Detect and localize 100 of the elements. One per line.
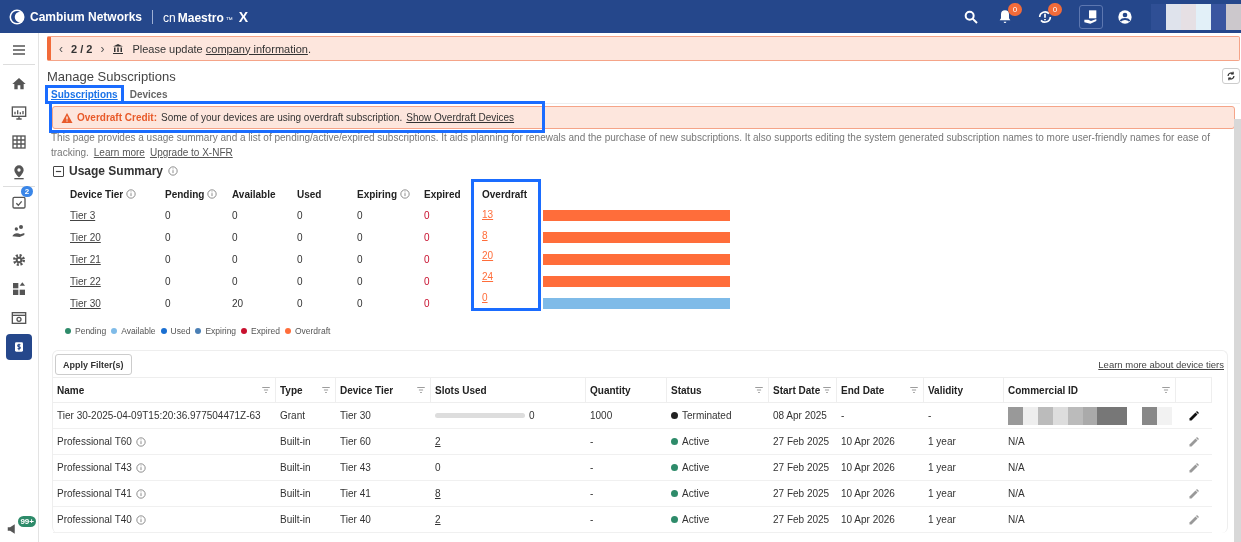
table-cell: 1 year (928, 462, 956, 473)
table-cell: 27 Feb 2025 (773, 436, 830, 447)
filter-icon[interactable] (754, 385, 764, 395)
bell-icon[interactable] (997, 8, 1013, 25)
status-text: Active (682, 436, 710, 447)
table-cell: N/A (1008, 488, 1025, 499)
filter-icon[interactable] (822, 385, 832, 395)
previous-button[interactable]: ‹ (59, 42, 63, 55)
table-cell: 0 (424, 297, 430, 309)
table-cell: 0 (357, 253, 363, 265)
table-cell: 20 (232, 297, 244, 309)
table-cell: 1000 (590, 410, 613, 421)
device-tiers-link[interactable]: Learn more about device tiers (1098, 359, 1224, 370)
count-badge: 0 (1048, 2, 1062, 16)
column-header: Available (232, 188, 276, 200)
tab[interactable]: Devices (125, 87, 172, 102)
scrollbar[interactable] (1234, 119, 1241, 542)
tier-link[interactable]: Tier 30 (70, 297, 101, 309)
refresh-icon (1226, 71, 1236, 81)
column-header: Status (671, 384, 702, 396)
column-header: Start Date (773, 384, 821, 396)
apply-filters-button[interactable]: Apply Filter(s) (55, 354, 132, 375)
tier-link[interactable]: Tier 22 (70, 275, 101, 287)
table-cell: - (590, 462, 594, 473)
table-cell: 0 (232, 253, 238, 265)
table-cell: 0 (232, 209, 238, 221)
slots-count: 0 (529, 410, 535, 421)
table-icon (11, 134, 27, 150)
subscription-name: Professional T40 (57, 514, 132, 525)
device-hand-button[interactable] (1079, 4, 1103, 29)
description-link[interactable]: Learn more (93, 147, 145, 158)
table-cell: N/A (1008, 514, 1025, 525)
table-cell: 27 Feb 2025 (773, 488, 830, 499)
table-cell: 0 (165, 231, 171, 243)
sidebar-item[interactable] (6, 334, 32, 360)
sync-icon[interactable] (1037, 8, 1053, 25)
collapse-toggle[interactable] (53, 165, 64, 177)
info-icon (135, 436, 146, 447)
table-cell: 0 (357, 231, 363, 243)
account-icon[interactable] (1117, 8, 1133, 25)
logo-icon (8, 7, 26, 26)
table-cell: 0 (165, 253, 171, 265)
warning-icon (61, 111, 73, 124)
subscription-name: Professional T60 (57, 436, 132, 447)
filter-icon[interactable] (321, 385, 331, 395)
slots-link[interactable]: 2 (435, 436, 441, 447)
search-icon[interactable] (963, 8, 979, 25)
legend-label: Used (170, 326, 191, 336)
next-button[interactable]: › (100, 42, 105, 55)
table-cell: 0 (357, 297, 363, 309)
show-overdraft-devices-link[interactable]: Show Overdraft Devices (406, 112, 515, 123)
column-header: End Date (841, 384, 885, 396)
table-cell: 10 Apr 2026 (841, 488, 895, 499)
column-header: Device Tier (340, 384, 394, 396)
tier-link[interactable]: Tier 3 (70, 209, 96, 221)
table-cell: 0 (297, 297, 303, 309)
tier-link[interactable]: Tier 20 (70, 231, 101, 243)
table-cell: 0 (165, 209, 171, 221)
table-cell: 0 (424, 209, 430, 221)
calendar-check-icon (11, 194, 27, 210)
grid-icon (11, 281, 27, 297)
info-icon (126, 189, 137, 199)
filter-icon[interactable] (909, 385, 919, 395)
sidebar-item[interactable]: 2 (6, 189, 32, 215)
table-cell: 0 (357, 275, 363, 287)
info-icon (168, 166, 179, 176)
info-icon (135, 462, 146, 473)
location-pin-icon (11, 164, 27, 180)
column-header: Expiring (357, 188, 397, 200)
table-cell: 0 (165, 297, 171, 309)
count-badge: 2 (21, 186, 33, 197)
table-cell: 08 Apr 2025 (773, 410, 827, 421)
column-header: Type (280, 384, 303, 396)
edit-icon[interactable] (1188, 409, 1200, 422)
filter-icon[interactable] (1161, 385, 1171, 395)
subscription-name: Professional T41 (57, 488, 132, 499)
menu-icon (11, 42, 27, 58)
page-title: Manage Subscriptions (47, 68, 177, 84)
description-link[interactable]: Upgrade to X-NFR (149, 147, 233, 158)
info-icon (400, 189, 410, 199)
filter-icon[interactable] (261, 385, 271, 395)
tab[interactable]: Subscriptions (47, 87, 122, 102)
brand-name: Cambium Networks (30, 9, 143, 24)
table-cell: Built-in (280, 462, 311, 473)
section-title: Usage Summary (69, 164, 164, 178)
subscription-name: Tier 30-2025-04-09T15:20:36.977504471Z-63 (57, 410, 261, 421)
refresh-button[interactable] (1222, 68, 1240, 84)
column-header: Pending (165, 188, 205, 200)
sidebar-item[interactable]: 99+ (2, 516, 36, 538)
tier-link[interactable]: Tier 21 (70, 253, 101, 265)
filter-icon[interactable] (416, 385, 426, 395)
column-header: Overdraft (482, 188, 527, 200)
slots-link[interactable]: 2 (435, 514, 441, 525)
company-information-link[interactable]: company information (205, 42, 308, 55)
count-badge: 99+ (18, 516, 36, 527)
column-header: Used (297, 188, 322, 200)
slots-link[interactable]: 8 (435, 488, 441, 499)
table-cell: - (928, 410, 932, 421)
home-icon (11, 76, 27, 92)
legend-label: Expiring (205, 326, 237, 336)
